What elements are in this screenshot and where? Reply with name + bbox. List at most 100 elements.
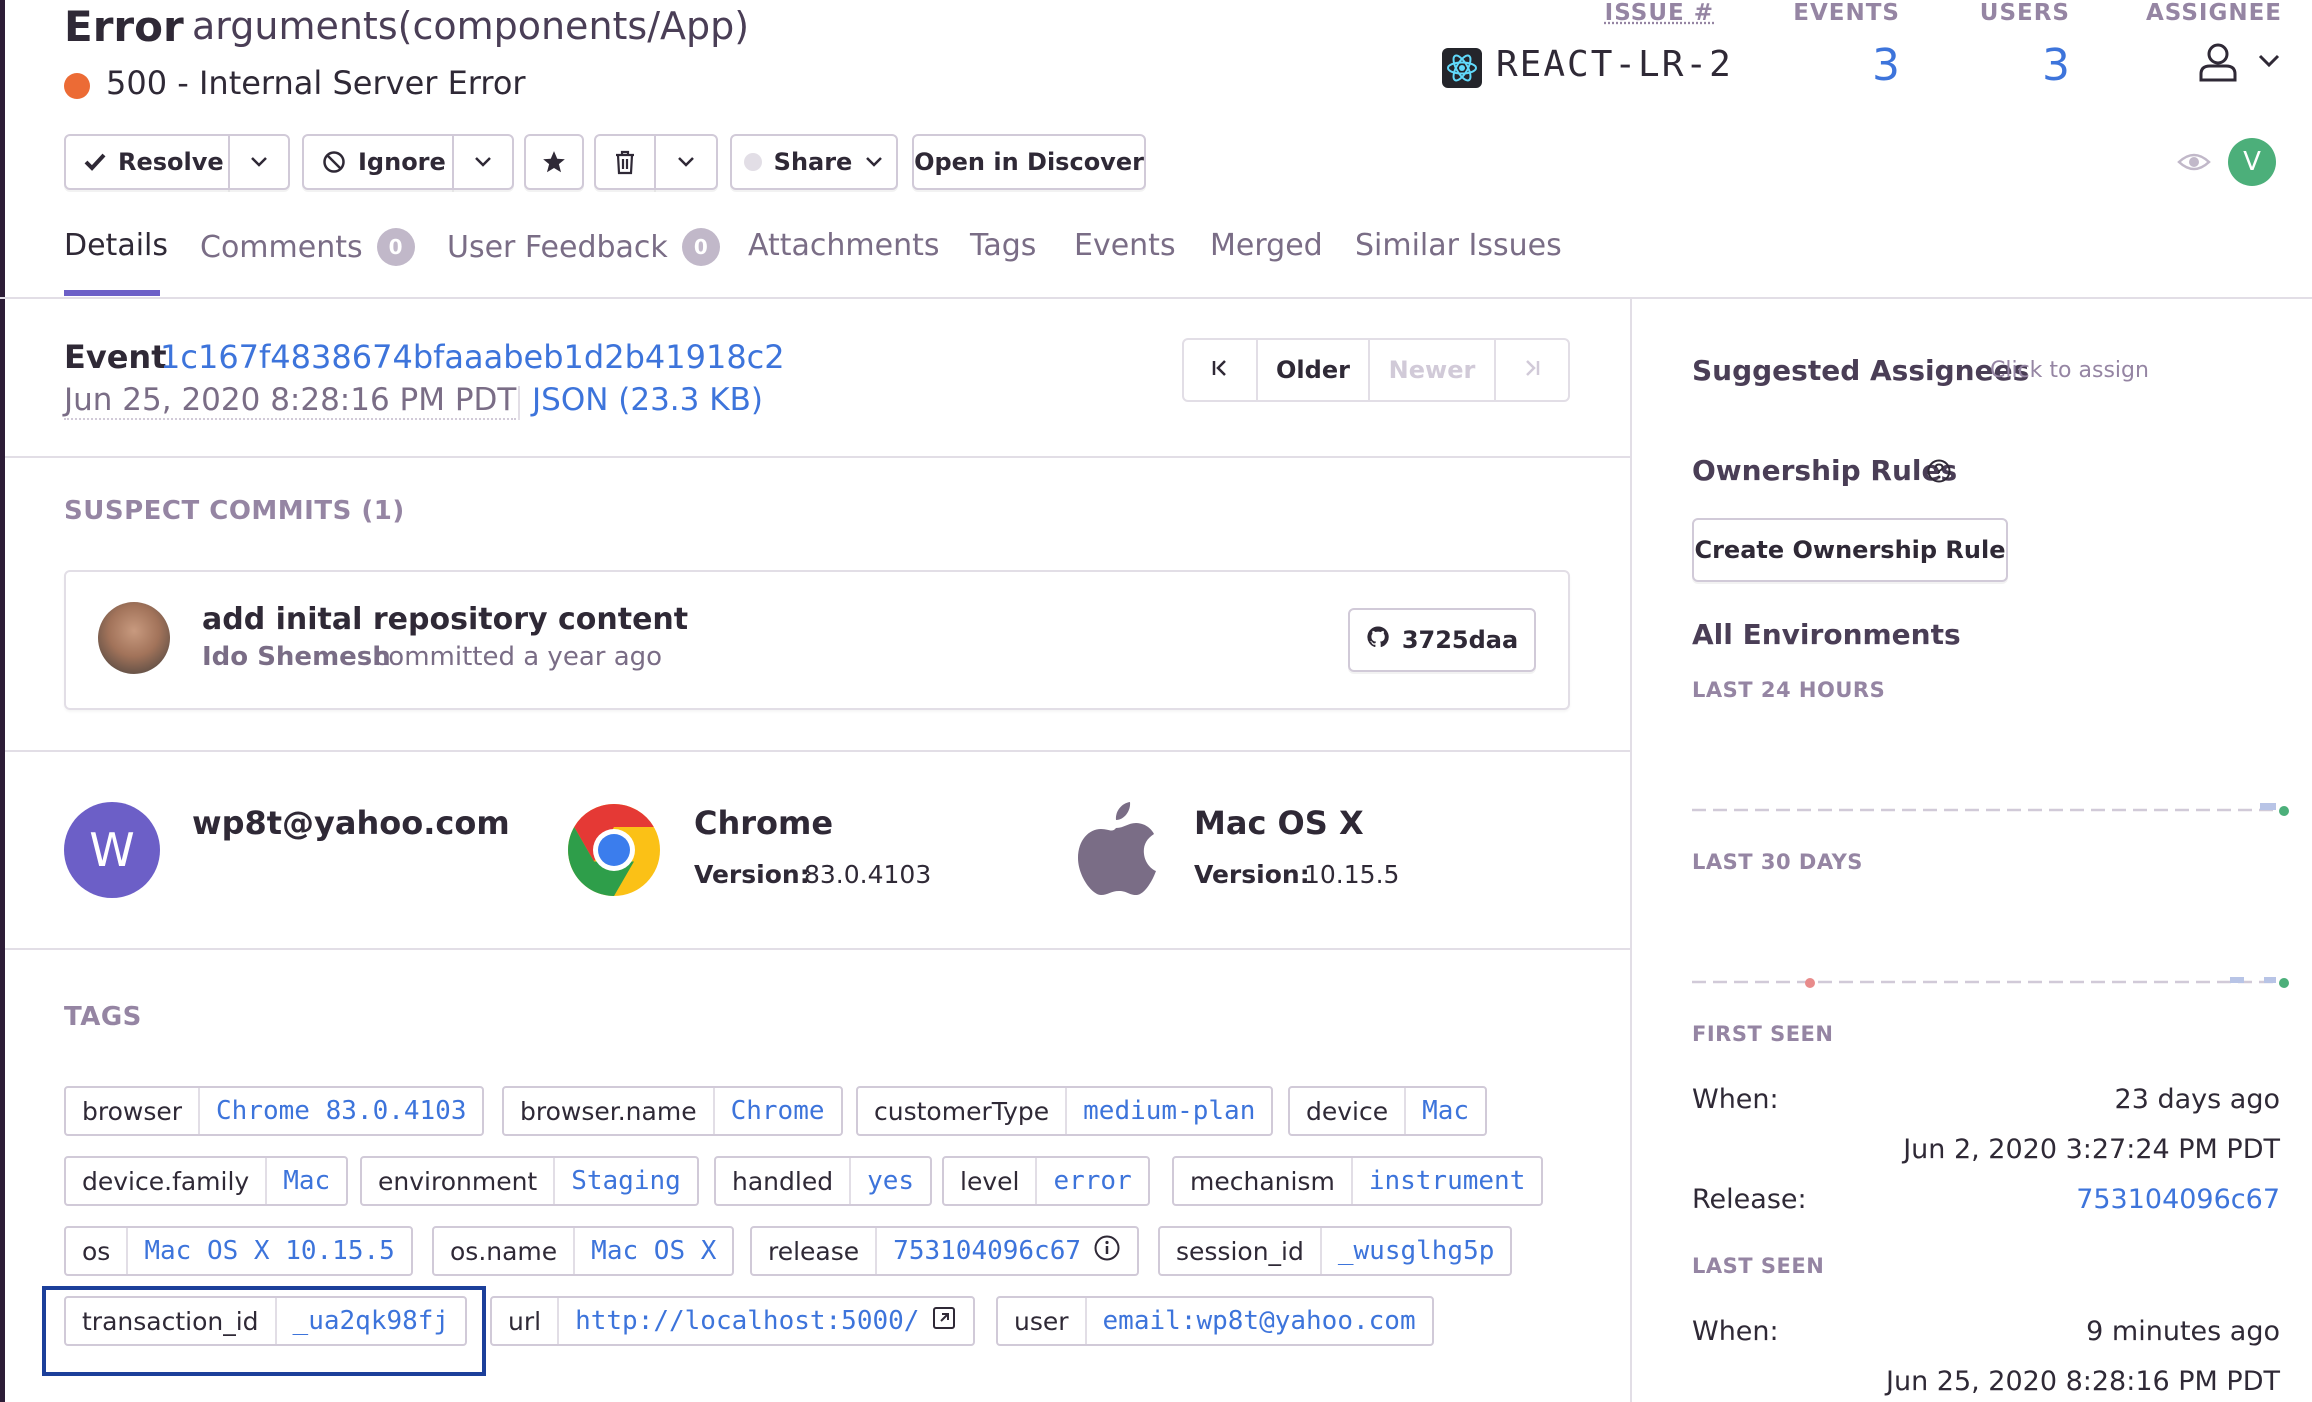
- json-link[interactable]: JSON (23.3 KB): [532, 382, 763, 418]
- participant-avatar[interactable]: V: [2228, 138, 2276, 186]
- resolve-button[interactable]: Resolve: [64, 134, 230, 190]
- tab-details[interactable]: Details: [64, 228, 168, 263]
- share-label: Share: [773, 148, 853, 176]
- commit-hash-button[interactable]: 3725daa: [1348, 608, 1536, 672]
- tab-user-feedback[interactable]: User Feedback 0: [447, 228, 720, 266]
- tab-tags[interactable]: Tags: [970, 228, 1036, 263]
- all-environments-title: All Environments: [1692, 618, 1961, 651]
- open-in-discover-button[interactable]: Open in Discover: [912, 134, 1146, 190]
- tag-browser-name[interactable]: browser.name Chrome: [502, 1086, 843, 1136]
- oldest-event-button[interactable]: [1182, 338, 1258, 402]
- first-seen-release-link[interactable]: 753104096c67: [2076, 1184, 2280, 1215]
- tag-session-id[interactable]: session_id _wusglhg5p: [1158, 1226, 1513, 1276]
- section-divider: [5, 750, 1630, 752]
- tag-device[interactable]: device Mac: [1288, 1086, 1488, 1136]
- tab-label: Comments: [200, 229, 363, 265]
- tab-comments[interactable]: Comments 0: [200, 228, 415, 266]
- chevron-down-icon[interactable]: [2256, 52, 2282, 70]
- tag-os[interactable]: os Mac OS X 10.15.5: [64, 1226, 413, 1276]
- share-button[interactable]: Share: [730, 134, 898, 190]
- ignore-dropdown-button[interactable]: [452, 134, 514, 190]
- tag-mechanism[interactable]: mechanism instrument: [1172, 1156, 1544, 1206]
- chevron-down-icon: [864, 155, 884, 169]
- browser-version: 83.0.4103: [804, 860, 932, 889]
- first-seen-release-label: Release:: [1692, 1184, 1807, 1215]
- last-seen-absolute: Jun 25, 2020 8:28:16 PM PDT: [1886, 1366, 2280, 1397]
- tag-level[interactable]: level error: [942, 1156, 1150, 1206]
- tab-similar-issues[interactable]: Similar Issues: [1355, 228, 1562, 263]
- tag-value-text: http://localhost:5000/: [575, 1306, 920, 1336]
- user-icon[interactable]: [2196, 40, 2240, 84]
- tag-browser[interactable]: browser Chrome 83.0.4103: [64, 1086, 485, 1136]
- tab-label: Merged: [1210, 228, 1323, 263]
- suggested-assignees-title: Suggested Assignees: [1692, 354, 2030, 387]
- tag-customer-type[interactable]: customerType medium-plan: [856, 1086, 1274, 1136]
- tab-badge: 0: [376, 228, 415, 266]
- events-count[interactable]: 3: [1780, 40, 1900, 91]
- last-24-hours-sparkline[interactable]: [1692, 790, 2292, 830]
- commit-author-avatar: [98, 602, 170, 674]
- newest-event-button[interactable]: [1494, 338, 1570, 402]
- tag-value[interactable]: Staging: [555, 1158, 697, 1204]
- issue-short-id[interactable]: REACT-LR-2: [1496, 44, 1733, 85]
- tag-value[interactable]: Mac: [267, 1158, 346, 1204]
- tag-value[interactable]: Chrome 83.0.4103: [200, 1088, 482, 1134]
- newer-event-button[interactable]: Newer: [1368, 338, 1496, 402]
- react-icon: [1442, 48, 1482, 88]
- tag-os-name[interactable]: os.name Mac OS X: [432, 1226, 735, 1276]
- github-icon: [1366, 625, 1390, 655]
- tab-merged[interactable]: Merged: [1210, 228, 1323, 263]
- tag-value[interactable]: 753104096c67: [877, 1228, 1137, 1274]
- tag-device-family[interactable]: device.family Mac: [64, 1156, 349, 1206]
- resolve-dropdown-button[interactable]: [228, 134, 290, 190]
- tag-environment[interactable]: environment Staging: [360, 1156, 699, 1206]
- tab-badge: 0: [681, 228, 720, 266]
- users-count[interactable]: 3: [1950, 40, 2070, 91]
- delete-dropdown-button[interactable]: [654, 134, 718, 190]
- chrome-icon: [566, 802, 662, 898]
- create-ownership-rule-button[interactable]: Create Ownership Rule: [1692, 518, 2008, 582]
- tab-attachments[interactable]: Attachments: [748, 228, 940, 263]
- bookmark-button[interactable]: [524, 134, 584, 190]
- tab-events[interactable]: Events: [1074, 228, 1176, 263]
- question-icon[interactable]: [1926, 458, 1952, 484]
- last-30-days-sparkline[interactable]: [1692, 962, 2292, 1002]
- os-version-label: Version:: [1194, 860, 1310, 889]
- section-divider: [5, 948, 1630, 950]
- tag-value[interactable]: _wusglhg5p: [1322, 1228, 1511, 1274]
- ownership-rules-title: Ownership Rules: [1692, 454, 1958, 487]
- os-version: 10.15.5: [1304, 860, 1400, 889]
- eye-icon[interactable]: [2176, 144, 2212, 180]
- assignee-label: ASSIGNEE: [2145, 0, 2282, 26]
- event-id-link[interactable]: 1c167f4838674bfaaabeb1d2b41918c2: [160, 338, 785, 376]
- tag-key: url: [492, 1298, 560, 1344]
- app-sidebar-edge: [0, 0, 5, 1402]
- tag-handled[interactable]: handled yes: [714, 1156, 933, 1206]
- external-link-icon[interactable]: [931, 1305, 957, 1338]
- browser-name: Chrome: [694, 804, 834, 842]
- suspect-commits-title: SUSPECT COMMITS (1): [64, 496, 405, 526]
- tag-value[interactable]: Chrome: [715, 1088, 841, 1134]
- tag-value[interactable]: instrument: [1353, 1158, 1542, 1204]
- commit-author: Ido Shemesh: [202, 642, 391, 672]
- info-icon[interactable]: [1093, 1234, 1121, 1269]
- tag-value[interactable]: http://localhost:5000/: [559, 1298, 973, 1344]
- ignore-button[interactable]: Ignore: [302, 134, 454, 190]
- tag-user[interactable]: user email:wp8t@yahoo.com: [996, 1296, 1434, 1346]
- tag-value[interactable]: error: [1037, 1158, 1147, 1204]
- tag-value[interactable]: Mac: [1406, 1088, 1485, 1134]
- tag-value[interactable]: medium-plan: [1067, 1088, 1271, 1134]
- delete-button[interactable]: [594, 134, 656, 190]
- older-event-button[interactable]: Older: [1256, 338, 1370, 402]
- last-seen-when-label: When:: [1692, 1316, 1779, 1347]
- tag-release[interactable]: release 753104096c67: [750, 1226, 1140, 1276]
- star-icon: [541, 149, 567, 175]
- tag-value[interactable]: email:wp8t@yahoo.com: [1087, 1298, 1432, 1344]
- check-icon: [84, 152, 106, 172]
- tag-value[interactable]: Mac OS X: [575, 1228, 732, 1274]
- tag-value[interactable]: Mac OS X 10.15.5: [128, 1228, 410, 1274]
- tag-value[interactable]: yes: [851, 1158, 930, 1204]
- tag-url[interactable]: url http://localhost:5000/: [490, 1296, 976, 1346]
- tags-title: TAGS: [64, 1002, 142, 1032]
- chevron-down-icon: [676, 155, 696, 169]
